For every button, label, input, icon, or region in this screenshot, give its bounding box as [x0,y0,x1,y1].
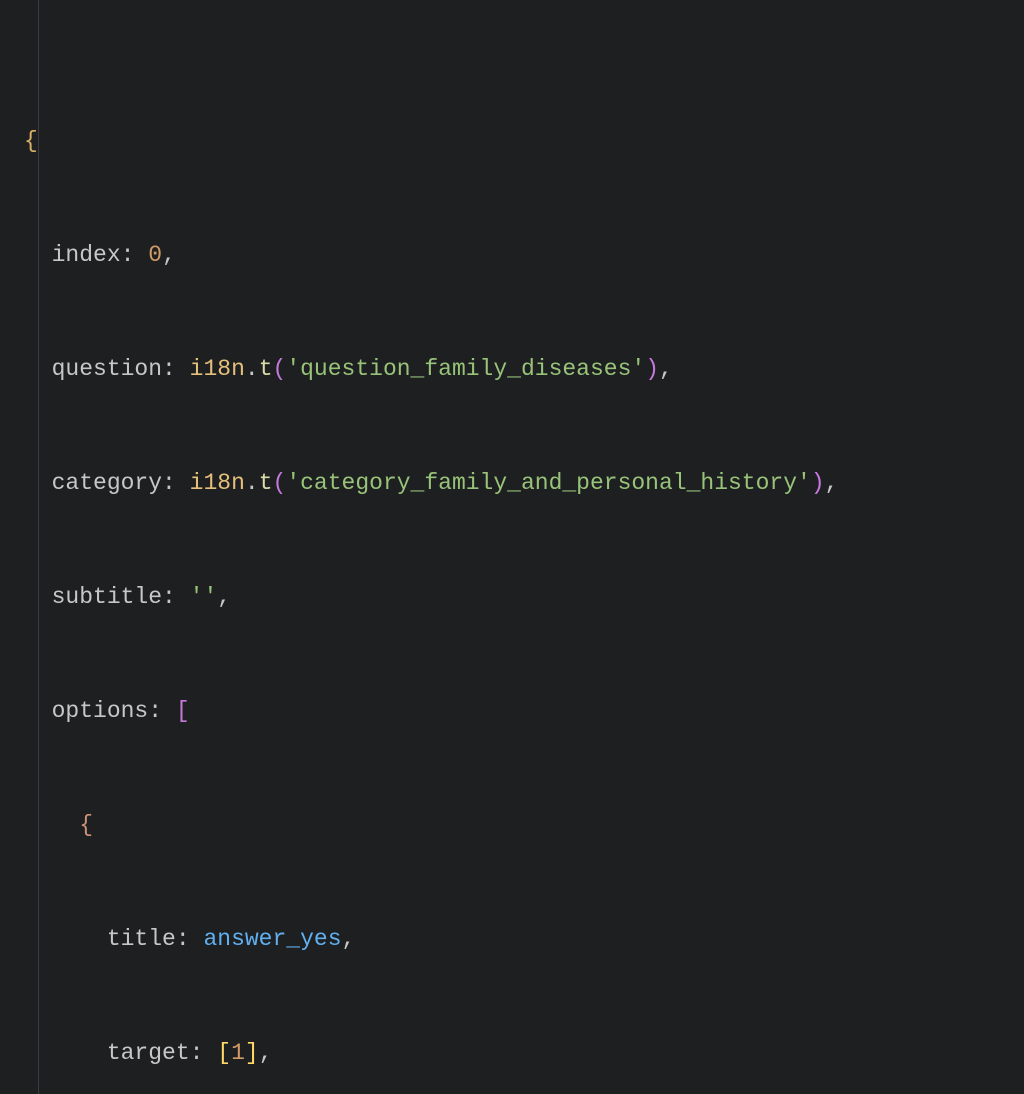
code-line: title: answer_yes, [24,920,1024,958]
t-method: t [259,356,273,382]
code-editor[interactable]: { index: 0, question: i18n.t('question_f… [0,0,1024,1094]
key-question: question [52,356,162,382]
bracket-open: [ [176,698,190,724]
code-line: { [24,806,1024,844]
code-line: options: [ [24,692,1024,730]
key-index: index [52,242,121,268]
key-options: options [52,698,149,724]
key-subtitle: subtitle [52,584,162,610]
string-literal: category_family_and_personal_history [300,470,797,496]
code-line: index: 0, [24,236,1024,274]
code-line: target: [1], [24,1034,1024,1072]
value-index: 0 [148,242,162,268]
code-line: { [24,122,1024,160]
identifier: answer_yes [203,926,341,952]
brace-open: { [24,128,38,154]
string-literal: question_family_diseases [300,356,631,382]
key-category: category [52,470,162,496]
code-line: subtitle: '', [24,578,1024,616]
key-title: title [107,926,176,952]
code-line: category: i18n.t('category_family_and_pe… [24,464,1024,502]
brace-open: { [79,812,93,838]
code-line: question: i18n.t('question_family_diseas… [24,350,1024,388]
i18n-ident: i18n [190,356,245,382]
key-target: target [107,1040,190,1066]
